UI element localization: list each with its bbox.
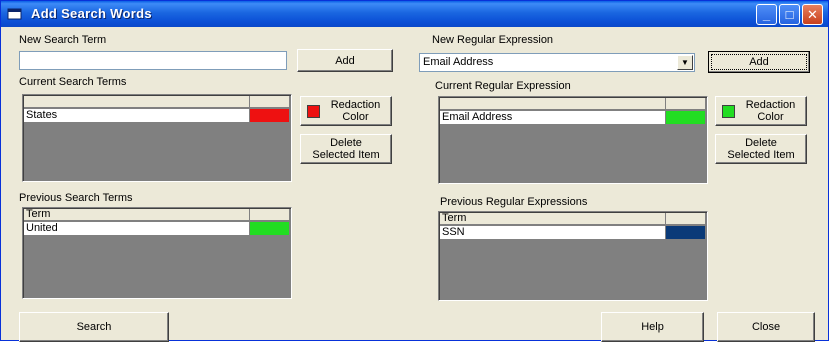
table-row[interactable]: United bbox=[24, 222, 290, 235]
delete-label-line2: Selected Item bbox=[312, 149, 380, 161]
current-regular-expression-label: Current Regular Expression bbox=[435, 80, 571, 92]
previous-search-terms-list[interactable]: Term United bbox=[22, 207, 292, 299]
previous-regular-expressions-list[interactable]: Term SSN bbox=[438, 211, 708, 301]
minimize-button[interactable]: _ bbox=[756, 4, 777, 25]
redaction-color-button[interactable]: Redaction Color bbox=[300, 96, 392, 126]
delete-label-line2: Selected Item bbox=[727, 149, 795, 161]
color-column-header[interactable] bbox=[250, 209, 290, 221]
new-regular-expression-label: New Regular Expression bbox=[432, 34, 554, 46]
previous-regular-expressions-label: Previous Regular Expressions bbox=[440, 196, 588, 208]
maximize-button[interactable]: □ bbox=[779, 4, 800, 25]
window-title: Add Search Words bbox=[31, 6, 152, 21]
list-header bbox=[440, 98, 706, 110]
term-column-header[interactable]: Term bbox=[24, 209, 250, 221]
add-button-label: Add bbox=[749, 56, 769, 68]
list-header: Term bbox=[24, 209, 290, 221]
color-column-header[interactable] bbox=[250, 96, 290, 108]
term-column-header[interactable]: Term bbox=[440, 213, 666, 225]
redaction-swatch bbox=[722, 104, 735, 118]
chevron-down-icon[interactable]: ▼ bbox=[677, 55, 693, 70]
close-icon: ✕ bbox=[807, 7, 818, 22]
help-button[interactable]: Help bbox=[601, 312, 704, 342]
term-cell: Email Address bbox=[440, 111, 666, 124]
color-column-header[interactable] bbox=[666, 213, 706, 225]
title-bar[interactable]: Add Search Words _ □ ✕ bbox=[1, 1, 828, 27]
close-button-label: Close bbox=[751, 321, 781, 333]
add-regular-expression-button[interactable]: Add bbox=[708, 51, 810, 73]
new-search-term-input[interactable] bbox=[19, 51, 287, 70]
table-row[interactable]: Email Address bbox=[440, 111, 706, 124]
redaction-label-line1: Redaction bbox=[745, 99, 796, 111]
color-cell bbox=[666, 226, 706, 239]
term-cell: SSN bbox=[440, 226, 666, 239]
maximize-icon: □ bbox=[785, 7, 794, 22]
delete-label-line1: Delete bbox=[330, 137, 362, 149]
close-window-button[interactable]: ✕ bbox=[802, 4, 823, 25]
help-button-label: Help bbox=[641, 321, 664, 333]
term-column-header[interactable] bbox=[440, 98, 666, 110]
redaction-swatch bbox=[307, 104, 320, 118]
redaction-label-line2: Color bbox=[757, 111, 784, 123]
color-cell bbox=[666, 111, 706, 124]
list-header bbox=[24, 96, 290, 108]
delete-label-line1: Delete bbox=[745, 137, 777, 149]
redaction-color-button[interactable]: Redaction Color bbox=[715, 96, 807, 126]
delete-selected-item-button[interactable]: Delete Selected Item bbox=[715, 134, 807, 164]
minimize-icon: _ bbox=[762, 7, 771, 22]
add-button-label: Add bbox=[335, 54, 355, 67]
color-cell bbox=[250, 109, 290, 122]
regular-expression-dropdown[interactable]: Email Address ▼ bbox=[419, 53, 695, 72]
new-search-term-label: New Search Term bbox=[19, 34, 107, 46]
term-cell: United bbox=[24, 222, 250, 235]
current-search-terms-label: Current Search Terms bbox=[19, 76, 127, 88]
color-column-header[interactable] bbox=[666, 98, 706, 110]
add-search-term-button[interactable]: Add bbox=[297, 49, 393, 72]
redaction-label-line2: Color bbox=[342, 111, 369, 123]
term-cell: States bbox=[24, 109, 250, 122]
term-column-header[interactable] bbox=[24, 96, 250, 108]
redaction-label-line1: Redaction bbox=[330, 99, 381, 111]
dropdown-selected-value: Email Address bbox=[423, 56, 494, 68]
add-search-words-window: Add Search Words _ □ ✕ New Search Term A… bbox=[0, 0, 829, 342]
close-button[interactable]: Close bbox=[717, 312, 815, 342]
previous-search-terms-label: Previous Search Terms bbox=[19, 192, 133, 204]
window-icon bbox=[7, 8, 22, 20]
delete-selected-item-button[interactable]: Delete Selected Item bbox=[300, 134, 392, 164]
search-button-label: Search bbox=[76, 321, 112, 333]
color-cell bbox=[250, 222, 290, 235]
table-row[interactable]: States bbox=[24, 109, 290, 122]
table-row[interactable]: SSN bbox=[440, 226, 706, 239]
list-header: Term bbox=[440, 213, 706, 225]
search-button[interactable]: Search bbox=[19, 312, 169, 342]
current-search-terms-list[interactable]: States bbox=[22, 94, 292, 182]
current-regular-expression-list[interactable]: Email Address bbox=[438, 96, 708, 184]
